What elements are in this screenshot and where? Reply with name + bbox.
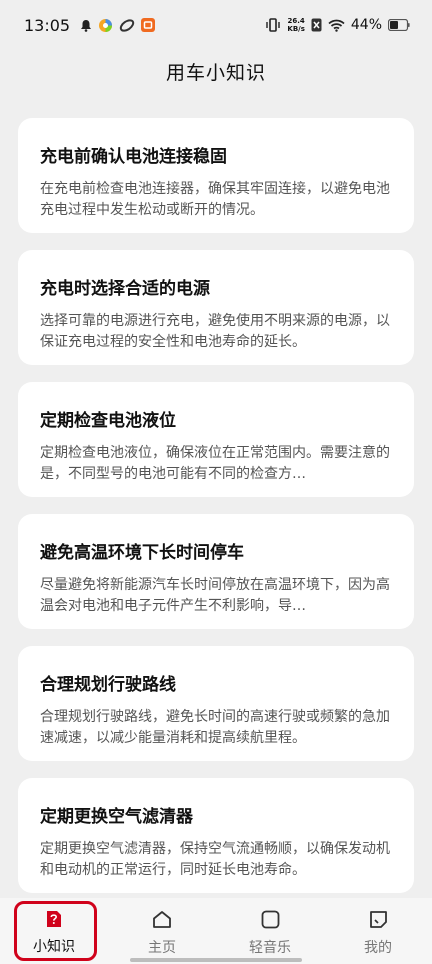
tab-home[interactable]: 主页: [108, 898, 216, 964]
home-indicator[interactable]: [130, 958, 302, 962]
tip-card[interactable]: 避免高温环境下长时间停车 尽量避免将新能源汽车长时间停放在高温环境下，因为高温会…: [18, 514, 414, 629]
knowledge-icon: [45, 910, 63, 932]
tip-card[interactable]: 充电时选择合适的电源 选择可靠的电源进行充电，避免使用不明来源的电源，以保证充电…: [18, 250, 414, 365]
tip-card[interactable]: 充电前确认电池连接稳固 在充电前检查电池连接器，确保其牢固连接，以避免电池充电过…: [18, 118, 414, 233]
tip-description: 选择可靠的电源进行充电，避免使用不明来源的电源，以保证充电过程的安全性和电池寿命…: [40, 313, 390, 350]
profile-icon: [369, 910, 388, 933]
status-bar: 13:05 26.4 KB/s 44%: [0, 0, 432, 50]
wifi-icon: [328, 19, 345, 32]
tip-card[interactable]: 定期检查电池液位 定期检查电池液位，确保液位在正常范围内。需要注意的是，不同型号…: [18, 382, 414, 497]
tab-knowledge[interactable]: 小知识: [0, 898, 108, 964]
music-icon: [261, 910, 280, 933]
network-speed: 26.4 KB/s: [287, 17, 304, 33]
home-icon: [152, 910, 172, 933]
tip-title: 避免高温环境下长时间停车: [40, 543, 244, 563]
tab-music[interactable]: 轻音乐: [216, 898, 324, 964]
page-title: 用车小知识: [165, 62, 266, 84]
status-time: 13:05: [24, 15, 71, 35]
tab-label: 轻音乐: [249, 940, 291, 956]
tip-title: 定期更换空气滤清器: [40, 807, 193, 827]
speed-value: 26.4: [287, 17, 305, 25]
tab-label: 主页: [148, 940, 176, 956]
tips-list: 充电前确认电池连接稳固 在充电前检查电池连接器，确保其牢固连接，以避免电池充电过…: [18, 118, 414, 910]
tip-title: 定期检查电池液位: [40, 411, 176, 431]
battery-percent: 44%: [350, 17, 382, 33]
tip-description: 尽量避免将新能源汽车长时间停放在高温环境下，因为高温会对电池和电子元件产生不利影…: [40, 577, 390, 614]
app-orange-icon: [141, 18, 156, 32]
tip-title: 充电前确认电池连接稳固: [40, 147, 227, 167]
sim-icon: [311, 18, 322, 32]
app-colorful-icon: [98, 18, 113, 33]
tab-label: 我的: [364, 940, 392, 956]
tip-card[interactable]: 定期更换空气滤清器 定期更换空气滤清器，保持空气流通畅顺，以确保发动机和电动机的…: [18, 778, 414, 893]
tab-label: 小知识: [33, 939, 75, 955]
speed-unit: KB/s: [287, 25, 305, 33]
tip-description: 在充电前检查电池连接器，确保其牢固连接，以避免电池充电过程中发生松动或断开的情况…: [40, 181, 390, 218]
vibrate-icon: [265, 18, 281, 32]
tip-card[interactable]: 合理规划行驶路线 合理规划行驶路线，避免长时间的高速行驶或频繁的急加速减速，以减…: [18, 646, 414, 761]
bell-icon: [80, 19, 92, 32]
tab-profile[interactable]: 我的: [324, 898, 432, 964]
app-link-icon: [119, 18, 135, 33]
battery-icon: [388, 19, 410, 31]
tip-description: 合理规划行驶路线，避免长时间的高速行驶或频繁的急加速减速，以减少能量消耗和提高续…: [40, 709, 390, 746]
bottom-tab-bar: 小知识 主页 轻音乐 我的: [0, 898, 432, 964]
tip-title: 充电时选择合适的电源: [40, 279, 210, 299]
tip-description: 定期检查电池液位，确保液位在正常范围内。需要注意的是，不同型号的电池可能有不同的…: [40, 445, 390, 482]
tip-title: 合理规划行驶路线: [40, 675, 176, 695]
tip-description: 定期更换空气滤清器，保持空气流通畅顺，以确保发动机和电动机的正常运行，同时延长电…: [40, 841, 390, 878]
